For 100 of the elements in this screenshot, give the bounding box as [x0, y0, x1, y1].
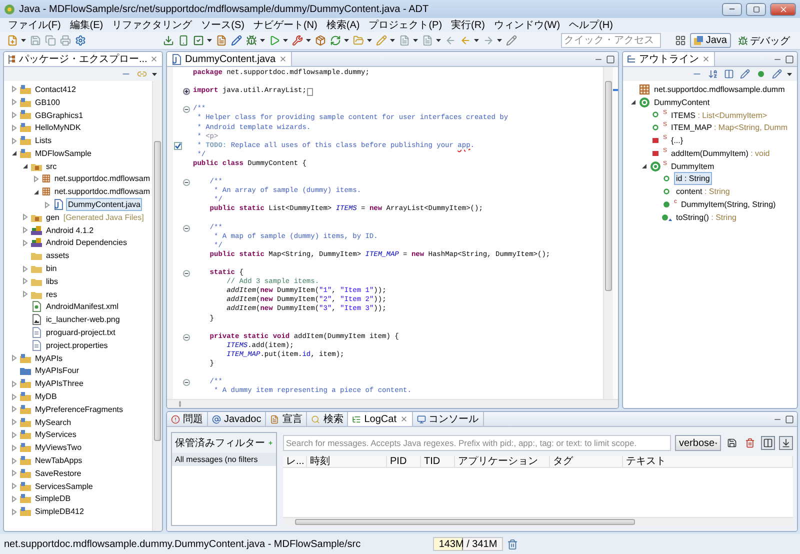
outline-item[interactable]: ITEM_MAP : Map<String, Dumm — [669, 121, 790, 134]
tree-item[interactable]: MyDB — [33, 390, 59, 404]
collapsed-arrow-icon[interactable] — [10, 392, 18, 401]
expanded-arrow-icon[interactable] — [640, 162, 648, 170]
view-tab[interactable]: アウトライン — [623, 52, 715, 66]
caret-icon[interactable] — [367, 39, 372, 42]
tree-item[interactable]: assets — [44, 249, 72, 262]
collapsed-arrow-icon[interactable] — [10, 444, 18, 452]
editor-tab[interactable]: DummyContent.java — [167, 52, 292, 66]
outline-item[interactable]: toString() : String — [674, 210, 738, 224]
caret-icon[interactable] — [787, 72, 792, 76]
outline-item[interactable]: addItem(DummyItem) : void — [669, 146, 772, 160]
tree-item[interactable]: net.supportdoc.mdflowsam — [52, 185, 152, 198]
collapsed-arrow-icon[interactable] — [10, 85, 18, 94]
printer-icon[interactable] — [60, 35, 70, 46]
outline-item[interactable]: ITEMS : List<DummyItem> — [669, 108, 770, 122]
tree-item[interactable]: MDFlowSample — [33, 146, 94, 160]
tree-item[interactable]: bin — [44, 262, 59, 276]
caret-icon[interactable] — [413, 39, 418, 42]
folder-icon[interactable] — [352, 35, 364, 46]
outline-item[interactable]: DummyItem(String, String) — [679, 198, 778, 212]
collapse-fold-icon[interactable] — [183, 379, 190, 386]
perspective-button[interactable]: Java — [690, 33, 731, 48]
tree-item[interactable]: src — [44, 160, 59, 173]
save-icon[interactable] — [30, 35, 40, 46]
pencil-icon[interactable] — [740, 69, 750, 79]
column-header[interactable]: テキスト — [623, 456, 793, 467]
collapsed-arrow-icon[interactable] — [10, 494, 18, 503]
menu-item[interactable]: 検索(A) — [326, 18, 360, 32]
expanded-arrow-icon[interactable] — [21, 162, 29, 170]
tree-item[interactable]: Lists — [33, 134, 54, 148]
tree-item[interactable]: GB100 — [33, 96, 62, 109]
tree-item[interactable]: libs — [44, 274, 60, 288]
column-header[interactable]: PID — [387, 456, 421, 467]
menu-item[interactable]: ナビゲート(N) — [253, 18, 318, 32]
collapse-fold-icon[interactable] — [183, 106, 190, 114]
outline-item[interactable]: net.supportdoc.mdflowsample.dumm — [652, 82, 787, 96]
tree-item[interactable]: MyAPIs — [33, 352, 65, 365]
bug-icon[interactable] — [246, 35, 256, 46]
caret-icon[interactable] — [390, 39, 395, 42]
menu-item[interactable]: リファクタリング — [112, 18, 192, 32]
menu-item[interactable]: 実行(R) — [451, 18, 485, 32]
view-tab[interactable]: 宣言 — [266, 412, 308, 426]
collapse-fold-icon[interactable] — [183, 270, 190, 278]
collapsed-arrow-icon[interactable] — [21, 238, 29, 247]
collapsed-arrow-icon[interactable] — [10, 405, 18, 414]
tree-item[interactable]: project.properties — [44, 338, 110, 352]
tree-item[interactable]: MyViewsTwo — [33, 441, 84, 454]
view-tab[interactable]: 問題 — [167, 412, 208, 426]
caret-icon[interactable] — [260, 39, 265, 42]
arrow-left-icon[interactable] — [444, 35, 456, 46]
tree-item[interactable]: MySearch — [33, 416, 74, 429]
file-icon[interactable] — [422, 35, 432, 46]
collapsed-arrow-icon[interactable] — [21, 277, 29, 286]
download-icon[interactable] — [162, 35, 174, 46]
caret-icon[interactable] — [344, 39, 349, 42]
expand-fold-icon[interactable] — [183, 88, 190, 96]
menu-item[interactable]: 編集(E) — [70, 18, 104, 32]
scroll-lock-button[interactable] — [779, 436, 793, 450]
expanded-arrow-icon[interactable] — [32, 188, 40, 196]
view-tab[interactable]: LogCat — [348, 412, 412, 426]
collapsed-arrow-icon[interactable] — [21, 290, 29, 298]
tree-item[interactable]: Android 4.1.2 — [44, 224, 96, 237]
save-button[interactable] — [725, 436, 739, 450]
collapsed-arrow-icon[interactable] — [10, 136, 18, 145]
caret-icon[interactable] — [283, 39, 288, 42]
tree-item[interactable]: MyPreferenceFragments — [33, 402, 126, 416]
expanded-arrow-icon[interactable] — [629, 98, 637, 106]
gear-icon[interactable] — [74, 35, 86, 46]
arrow-left-icon[interactable] — [460, 35, 470, 46]
caret-icon[interactable] — [152, 72, 157, 76]
tree-item[interactable]: ic_launcher-web.png — [44, 313, 122, 326]
arrow-right-icon[interactable] — [482, 35, 494, 46]
wrench-icon[interactable] — [292, 35, 302, 46]
collapsed-arrow-icon[interactable] — [32, 174, 40, 183]
column-header[interactable]: TID — [421, 456, 455, 467]
collapsed-arrow-icon[interactable] — [10, 354, 18, 362]
close-icon[interactable] — [400, 415, 408, 423]
tree-item[interactable]: Android Dependencies — [44, 236, 129, 250]
collapsed-arrow-icon[interactable] — [21, 264, 29, 273]
maximize-button[interactable] — [746, 2, 766, 16]
menu-item[interactable]: ヘルプ(H) — [569, 18, 613, 32]
caret-icon[interactable] — [207, 39, 212, 42]
menu-item[interactable]: ソース(S) — [201, 18, 244, 32]
tree-item[interactable]: net.supportdoc.mdflowsam — [52, 172, 152, 186]
open-perspective-icon[interactable] — [675, 35, 686, 46]
phone-icon[interactable] — [178, 35, 188, 46]
caret-icon[interactable] — [306, 39, 311, 42]
outline-item[interactable]: id : String — [674, 172, 712, 186]
maximize-icon[interactable] — [785, 414, 794, 424]
tree-item[interactable]: GBGraphics1 — [33, 108, 86, 122]
quick-access-field[interactable]: クイック・アクセス — [560, 33, 661, 48]
column-header[interactable]: レ... — [283, 456, 307, 467]
column-header[interactable]: タグ — [550, 456, 623, 467]
caret-icon[interactable] — [474, 39, 479, 42]
tree-item[interactable]: DummyContent.java — [66, 198, 142, 212]
collapsed-arrow-icon[interactable] — [21, 226, 29, 234]
outline-item[interactable]: DummyContent — [652, 96, 712, 109]
hide-fields-icon[interactable] — [724, 69, 734, 79]
collapsed-arrow-icon[interactable] — [10, 482, 18, 490]
